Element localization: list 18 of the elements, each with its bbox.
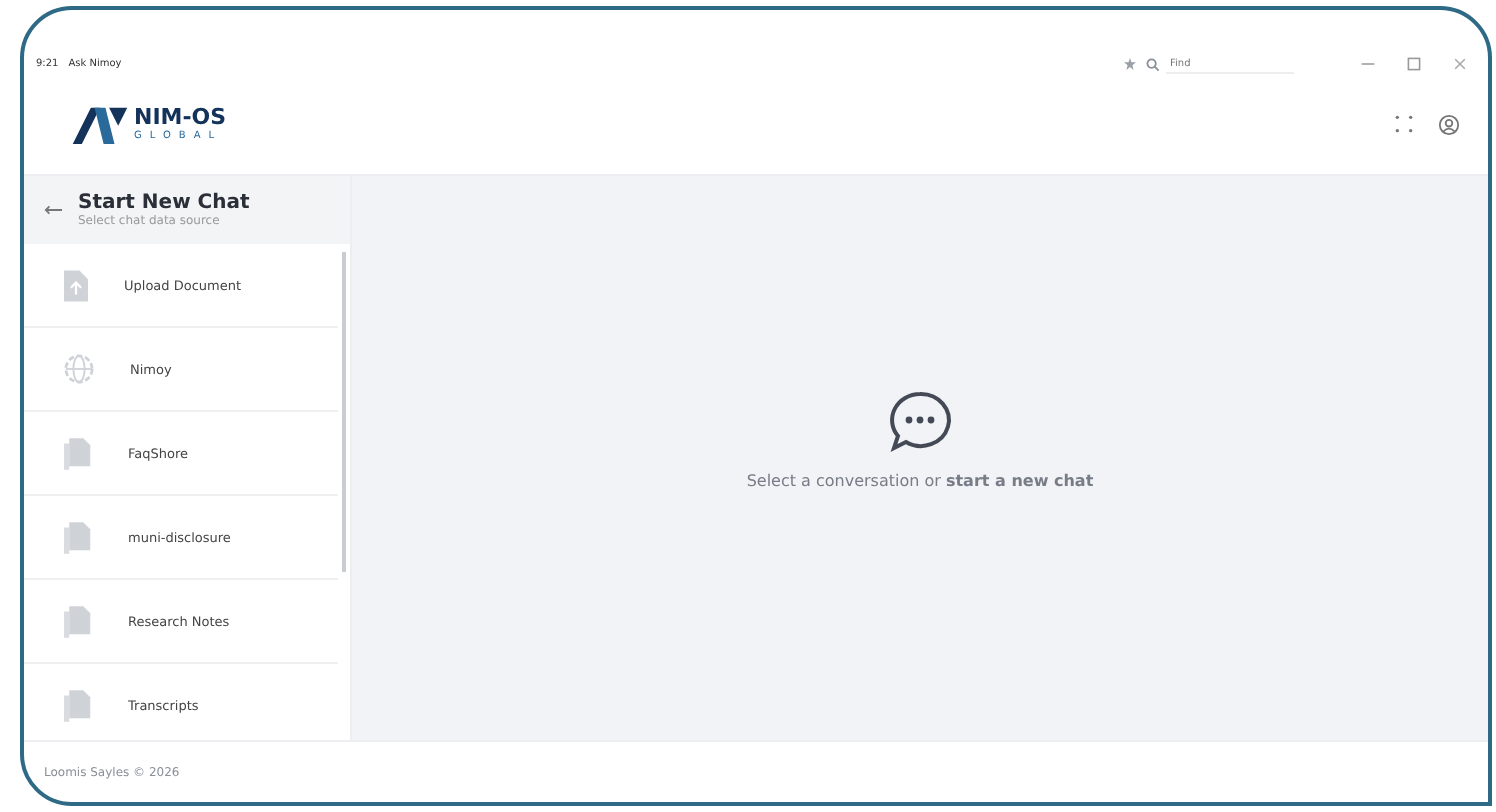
close-icon[interactable] — [1452, 56, 1468, 72]
chat-bubble-icon — [886, 387, 954, 455]
back-arrow-icon[interactable] — [44, 204, 62, 216]
documents-icon — [64, 689, 92, 721]
expand-icon[interactable] — [1394, 114, 1414, 134]
account-icon[interactable] — [1438, 113, 1460, 135]
sidebar-title: Start New Chat — [78, 192, 250, 214]
documents-icon — [64, 605, 92, 637]
star-icon[interactable] — [1124, 58, 1136, 70]
maximize-icon[interactable] — [1406, 56, 1422, 72]
documents-icon — [64, 437, 92, 469]
upload-file-icon — [64, 269, 88, 301]
search-icon — [1146, 57, 1160, 71]
documents-icon — [64, 521, 92, 553]
empty-state-message: Select a conversation or start a new chat — [746, 471, 1094, 489]
logo-name: NIM-OS — [134, 105, 227, 129]
logo-mark-icon — [72, 104, 128, 144]
globe-icon — [64, 354, 94, 384]
